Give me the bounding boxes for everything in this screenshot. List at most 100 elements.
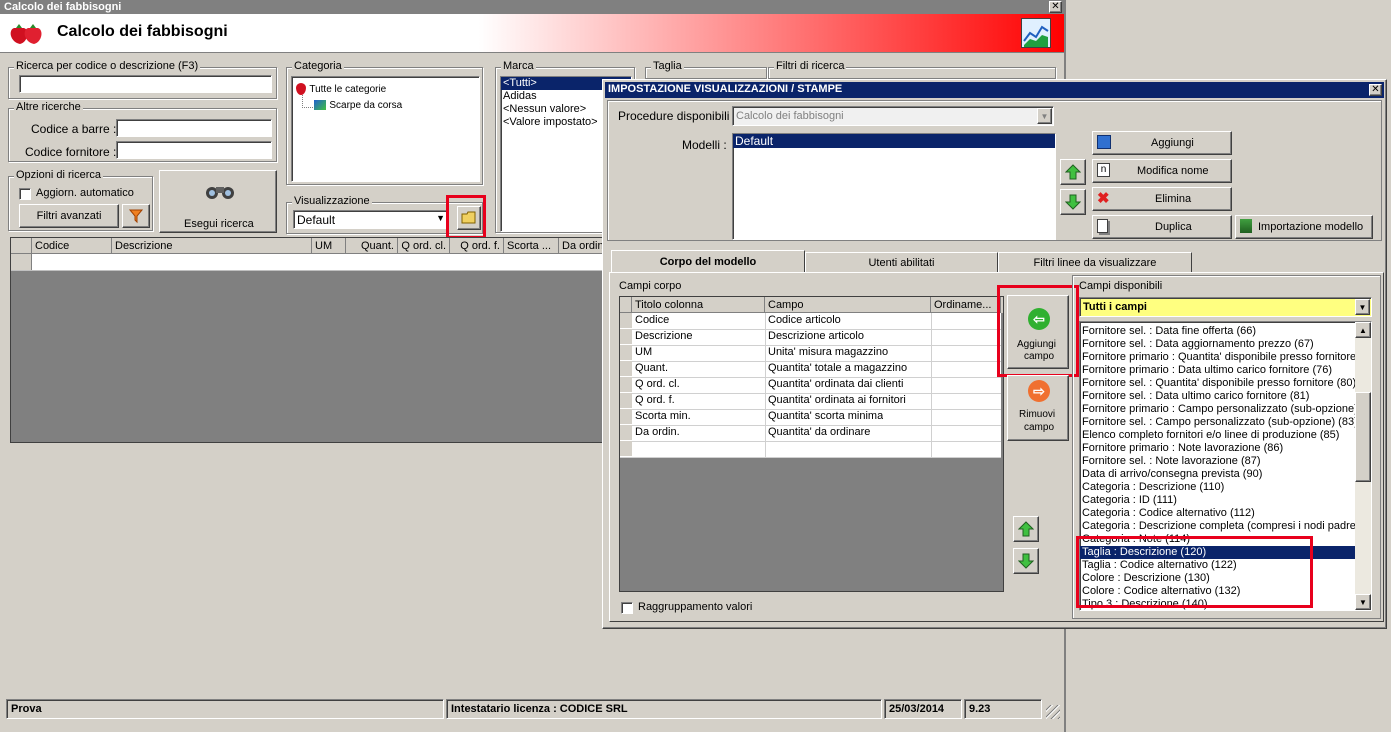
tree-node-running-shoes[interactable]: Scarpe da corsa bbox=[314, 97, 402, 111]
filter-icon-button[interactable] bbox=[122, 204, 150, 228]
row-title: Q ord. f. bbox=[635, 394, 675, 406]
group-values-checkbox[interactable] bbox=[621, 602, 633, 614]
table-row[interactable]: Codice Codice articolo bbox=[620, 313, 1001, 330]
visualization-select-value: Default bbox=[297, 213, 336, 227]
model-item[interactable]: Default bbox=[733, 134, 1055, 148]
results-col-header[interactable]: Q ord. f. bbox=[450, 238, 504, 254]
available-field-item[interactable]: Fornitore primario : Quantita' disponibi… bbox=[1080, 351, 1356, 364]
tree-node-all-label: Tutte le categorie bbox=[309, 84, 387, 95]
available-field-item[interactable]: Fornitore primario : Note lavorazione (8… bbox=[1080, 442, 1356, 455]
duplicate-model-label: Duplica bbox=[1155, 221, 1192, 233]
remove-field-button[interactable]: ⇨ Rimuovi campo bbox=[1007, 375, 1069, 441]
tab-line-filters[interactable]: Filtri linee da visualizzare bbox=[998, 252, 1192, 272]
table-row[interactable]: UM Unita' misura magazzino bbox=[620, 345, 1001, 362]
results-col-header[interactable]: Q ord. cl. bbox=[398, 238, 450, 254]
resize-grip-icon[interactable] bbox=[1046, 705, 1060, 719]
available-field-item[interactable]: Fornitore primario : Data ultimo carico … bbox=[1080, 364, 1356, 377]
results-col-header[interactable]: Quant. bbox=[346, 238, 398, 254]
body-grid-col-header[interactable]: Ordiname... bbox=[931, 297, 1001, 313]
available-field-item[interactable]: Categoria : Descrizione completa (compre… bbox=[1080, 520, 1366, 533]
results-col-header[interactable]: Descrizione bbox=[112, 238, 312, 254]
model-move-up-button[interactable] bbox=[1060, 159, 1086, 185]
available-fields-scrollbar[interactable]: ▲ ▼ bbox=[1355, 322, 1371, 610]
main-window-title: Calcolo dei fabbisogni bbox=[4, 1, 122, 13]
available-field-item[interactable]: Fornitore sel. : Data fine offerta (66) bbox=[1080, 325, 1356, 338]
results-header-corner bbox=[11, 238, 32, 254]
delete-model-button[interactable]: ✖ Elimina bbox=[1092, 187, 1232, 211]
dialog-title-bar: IMPOSTAZIONE VISUALIZZAZIONI / STAMPE ✕ bbox=[605, 82, 1384, 98]
procedures-select[interactable]: Calcolo dei fabbisogni ▼ bbox=[732, 106, 1054, 126]
available-field-item[interactable]: Elenco completo fornitori e/o linee di p… bbox=[1080, 429, 1356, 442]
available-field-item[interactable]: Categoria : Descrizione (110) bbox=[1080, 481, 1356, 494]
field-move-down-button[interactable] bbox=[1013, 548, 1039, 574]
barcode-input[interactable] bbox=[116, 119, 272, 137]
duplicate-icon bbox=[1097, 219, 1108, 233]
row-title: Q ord. cl. bbox=[635, 378, 680, 390]
tab-enabled-users[interactable]: Utenti abilitati bbox=[805, 252, 998, 272]
brand-group-title: Marca bbox=[501, 60, 536, 72]
table-row-empty[interactable] bbox=[620, 441, 1001, 458]
filters-group-title: Filtri di ricerca bbox=[774, 60, 847, 72]
delete-x-icon: ✖ bbox=[1097, 190, 1110, 207]
filters-group: Filtri di ricerca bbox=[768, 60, 1056, 79]
table-row[interactable]: Quant. Quantita' totale a magazzino bbox=[620, 361, 1001, 378]
results-col-header[interactable]: Scorta ... bbox=[504, 238, 559, 254]
available-field-item[interactable]: Categoria : ID (111) bbox=[1080, 494, 1356, 507]
available-field-item[interactable]: Fornitore primario : Campo personalizzat… bbox=[1080, 403, 1364, 416]
header-title: Calcolo dei fabbisogni bbox=[57, 23, 228, 40]
dialog-close-button[interactable]: ✕ bbox=[1369, 84, 1382, 96]
table-row[interactable]: Q ord. cl. Quantita' ordinata dai clienti bbox=[620, 377, 1001, 394]
category-tree[interactable]: Tutte le categorie Scarpe da corsa bbox=[291, 76, 480, 182]
tab-model-body[interactable]: Corpo del modello bbox=[611, 250, 805, 273]
highlight-size-color-fields bbox=[1076, 536, 1313, 608]
available-field-item[interactable]: Fornitore sel. : Note lavorazione (87) bbox=[1080, 455, 1356, 468]
body-grid-col-header[interactable]: Titolo colonna bbox=[632, 297, 765, 313]
available-filter-value: Tutti i campi bbox=[1083, 301, 1147, 313]
model-move-down-button[interactable] bbox=[1060, 189, 1086, 215]
results-col-header[interactable]: UM bbox=[312, 238, 346, 254]
available-field-item[interactable]: Fornitore sel. : Data ultimo carico forn… bbox=[1080, 390, 1356, 403]
add-model-button[interactable]: Aggiungi bbox=[1092, 131, 1232, 155]
available-field-item[interactable]: Fornitore sel. : Quantita' disponibile p… bbox=[1080, 377, 1356, 390]
auto-update-checkbox[interactable] bbox=[19, 188, 31, 200]
duplicate-model-button[interactable]: Duplica bbox=[1092, 215, 1232, 239]
table-row[interactable]: Descrizione Descrizione articolo bbox=[620, 329, 1001, 346]
search-code-input[interactable] bbox=[19, 75, 272, 93]
import-model-button[interactable]: Importazione modello bbox=[1235, 215, 1373, 239]
rename-model-button[interactable]: n Modifica nome bbox=[1092, 159, 1232, 183]
main-close-button[interactable]: ✕ bbox=[1049, 1, 1062, 13]
available-filter-select[interactable]: Tutti i campi ▼ bbox=[1079, 297, 1372, 317]
available-field-item[interactable]: Data di arrivo/consegna prevista (90) bbox=[1080, 468, 1356, 481]
available-field-item[interactable]: Categoria : Codice alternativo (112) bbox=[1080, 507, 1356, 520]
results-empty-row[interactable] bbox=[11, 254, 609, 271]
arrow-down-icon bbox=[1018, 553, 1034, 569]
body-fields-grid[interactable]: Titolo colonna Campo Ordiname... Codice C… bbox=[619, 296, 1004, 592]
tree-node-all[interactable]: Tutte le categorie bbox=[296, 81, 386, 95]
row-field: Quantita' totale a magazzino bbox=[768, 362, 908, 374]
available-field-item[interactable]: Fornitore sel. : Campo personalizzato (s… bbox=[1080, 416, 1358, 429]
scroll-thumb[interactable] bbox=[1355, 392, 1371, 482]
size-group-title: Taglia bbox=[651, 60, 684, 72]
barcode-label: Codice a barre : bbox=[31, 122, 117, 136]
body-grid-col-header[interactable]: Campo bbox=[765, 297, 931, 313]
field-move-up-button[interactable] bbox=[1013, 516, 1039, 542]
search-code-group: Ricerca per codice o descrizione (F3) bbox=[8, 60, 277, 99]
scroll-up-icon[interactable]: ▲ bbox=[1355, 322, 1371, 338]
scroll-down-icon[interactable]: ▼ bbox=[1355, 594, 1371, 610]
import-icon bbox=[1240, 219, 1252, 233]
table-row[interactable]: Q ord. f. Quantita' ordinata ai fornitori bbox=[620, 393, 1001, 410]
execute-search-button[interactable]: Esegui ricerca bbox=[159, 170, 277, 233]
status-license: Intestatario licenza : CODICE SRL bbox=[446, 699, 882, 719]
table-row[interactable]: Scorta min. Quantita' scorta minima bbox=[620, 409, 1001, 426]
table-row[interactable]: Da ordin. Quantita' da ordinare bbox=[620, 425, 1001, 442]
models-list[interactable]: Default bbox=[732, 133, 1056, 240]
visualization-select[interactable]: Default ▼ bbox=[293, 210, 448, 229]
col-divider bbox=[931, 313, 932, 457]
supplier-code-input[interactable] bbox=[116, 141, 272, 159]
advanced-filters-button[interactable]: Filtri avanzati bbox=[19, 204, 119, 228]
dialog-tabs: Corpo del modello Utenti abilitati Filtr… bbox=[609, 250, 1384, 273]
results-col-header[interactable]: Codice bbox=[32, 238, 112, 254]
dialog-title: IMPOSTAZIONE VISUALIZZAZIONI / STAMPE bbox=[608, 83, 843, 95]
available-field-item[interactable]: Fornitore sel. : Data aggiornamento prez… bbox=[1080, 338, 1356, 351]
funnel-arrow-icon bbox=[128, 209, 144, 224]
